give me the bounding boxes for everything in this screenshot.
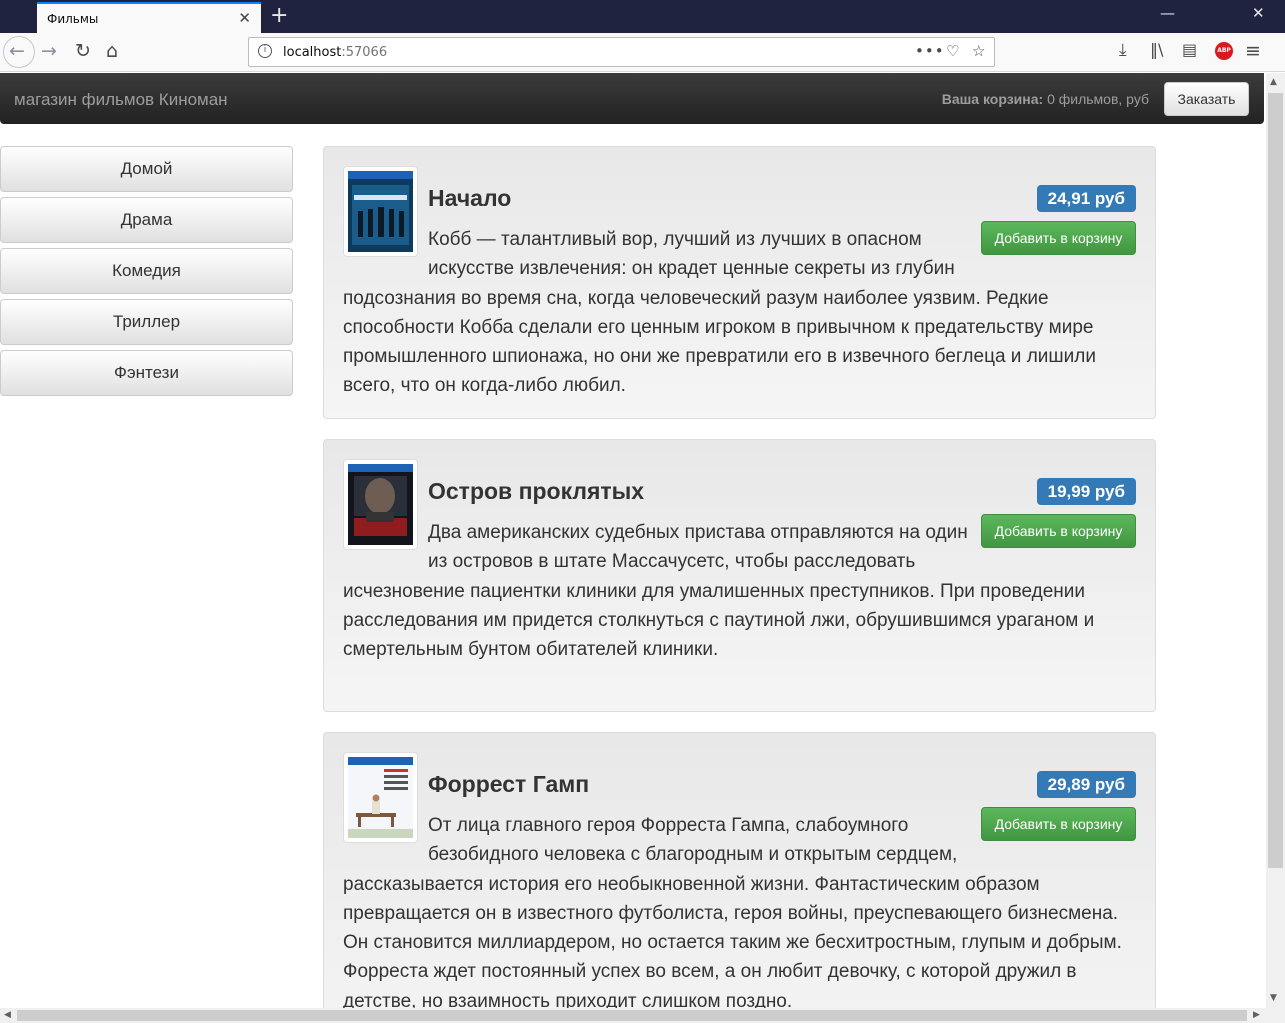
movie-description-block: От лица главного героя Форреста Гампа, с…	[343, 811, 1138, 1008]
site-brand[interactable]: магазин фильмов Киноман	[14, 90, 228, 110]
library-icon[interactable]: ‖\	[1150, 40, 1163, 59]
horizontal-scroll-thumb[interactable]	[17, 1010, 1247, 1021]
url-host: localhost	[283, 45, 342, 60]
movie-title: Остров проклятых	[428, 478, 645, 504]
scroll-right-icon[interactable]: ▶	[1253, 1010, 1260, 1020]
horizontal-scrollbar[interactable]: ◀ ▶	[0, 1008, 1266, 1023]
page-actions-icon[interactable]: •••	[915, 42, 945, 60]
minimize-window-icon[interactable]: —	[1160, 4, 1175, 22]
adblock-icon[interactable]: ABP	[1215, 42, 1233, 60]
browser-tab[interactable]: Фильмы ✕	[37, 2, 261, 33]
pocket-icon[interactable]: ♡	[946, 42, 959, 60]
category-drama-button[interactable]: Драма	[0, 197, 293, 243]
home-icon[interactable]: ⌂	[106, 40, 118, 62]
back-arrow-icon[interactable]: ←	[9, 40, 25, 62]
movie-description-block: Два американских судебных пристава отпра…	[343, 518, 1138, 664]
vertical-scroll-thumb[interactable]	[1268, 93, 1283, 868]
address-bar[interactable]: i localhost:57066 ••• ♡ ☆	[248, 37, 995, 67]
bookmark-star-icon[interactable]: ☆	[972, 42, 985, 60]
movie-title: Начало	[428, 185, 512, 211]
movie-description-block: Кобб — талантливый вор, лучший из лучших…	[343, 225, 1138, 401]
close-window-icon[interactable]: ✕	[1252, 4, 1265, 22]
category-fantasy-button[interactable]: Фэнтези	[0, 350, 293, 396]
forward-arrow-icon[interactable]: →	[41, 40, 57, 62]
price-badge: 24,91 руб	[1036, 185, 1136, 212]
cart-label: Ваша корзина:	[941, 91, 1044, 107]
scroll-down-icon[interactable]: ▼	[1270, 993, 1277, 1003]
category-thriller-button[interactable]: Триллер	[0, 299, 293, 345]
scroll-left-icon[interactable]: ◀	[4, 1010, 11, 1020]
close-tab-icon[interactable]: ✕	[238, 9, 251, 27]
browser-tab-bar: Фильмы ✕ + — ✕	[0, 0, 1285, 33]
category-comedy-button[interactable]: Комедия	[0, 248, 293, 294]
cart-value: 0 фильмов, руб	[1047, 91, 1149, 107]
reload-icon[interactable]: ↻	[75, 40, 91, 62]
browser-toolbar: ← → ↻ ⌂ i localhost:57066 ••• ♡ ☆ ⤓ ‖\ ▤…	[0, 33, 1285, 72]
web-page: магазин фильмов Киноман Ваша корзина: 0 …	[0, 73, 1266, 1008]
movie-title: Форрест Гамп	[428, 771, 590, 797]
cart-summary: Ваша корзина: 0 фильмов, руб	[942, 91, 1149, 107]
price-badge: 19,99 руб	[1036, 478, 1136, 505]
price-badge: 29,89 руб	[1036, 771, 1136, 798]
new-tab-icon[interactable]: +	[270, 3, 288, 28]
sidebar-icon[interactable]: ▤	[1182, 40, 1197, 59]
movie-card: Форрест Гамп 29,89 руб Добавить в корзин…	[323, 732, 1156, 1008]
movie-card: Остров проклятых 19,99 руб Добавить в ко…	[323, 439, 1156, 712]
menu-icon[interactable]: ≡	[1245, 40, 1261, 62]
movie-card: Начало 24,91 руб Добавить в корзину Кобб…	[323, 146, 1156, 419]
url-port: :57066	[341, 45, 388, 60]
site-info-icon[interactable]: i	[258, 44, 272, 58]
category-home-button[interactable]: Домой	[0, 146, 293, 192]
scrollbar-corner	[1266, 1008, 1285, 1023]
site-navbar: магазин фильмов Киноман Ваша корзина: 0 …	[0, 73, 1264, 124]
tab-title: Фильмы	[47, 12, 99, 26]
url-text[interactable]: localhost:57066	[283, 45, 387, 60]
scroll-up-icon[interactable]: ▲	[1270, 77, 1277, 87]
vertical-scrollbar[interactable]: ▲ ▼	[1266, 73, 1285, 1008]
download-icon[interactable]: ⤓	[1119, 40, 1127, 60]
order-button[interactable]: Заказать	[1164, 82, 1249, 116]
